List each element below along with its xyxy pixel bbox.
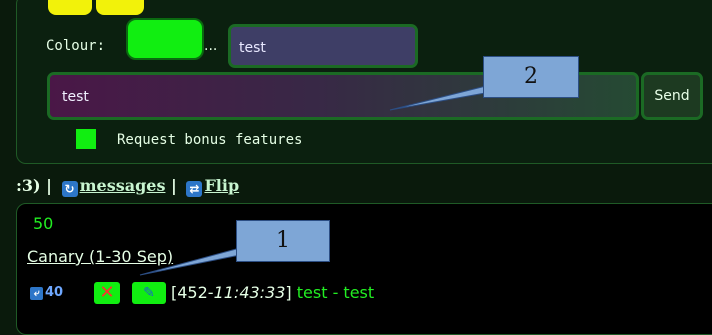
- callout-pointers: [139, 84, 531, 276]
- callout-1: 1: [236, 220, 330, 262]
- callout-2: 2: [483, 56, 579, 98]
